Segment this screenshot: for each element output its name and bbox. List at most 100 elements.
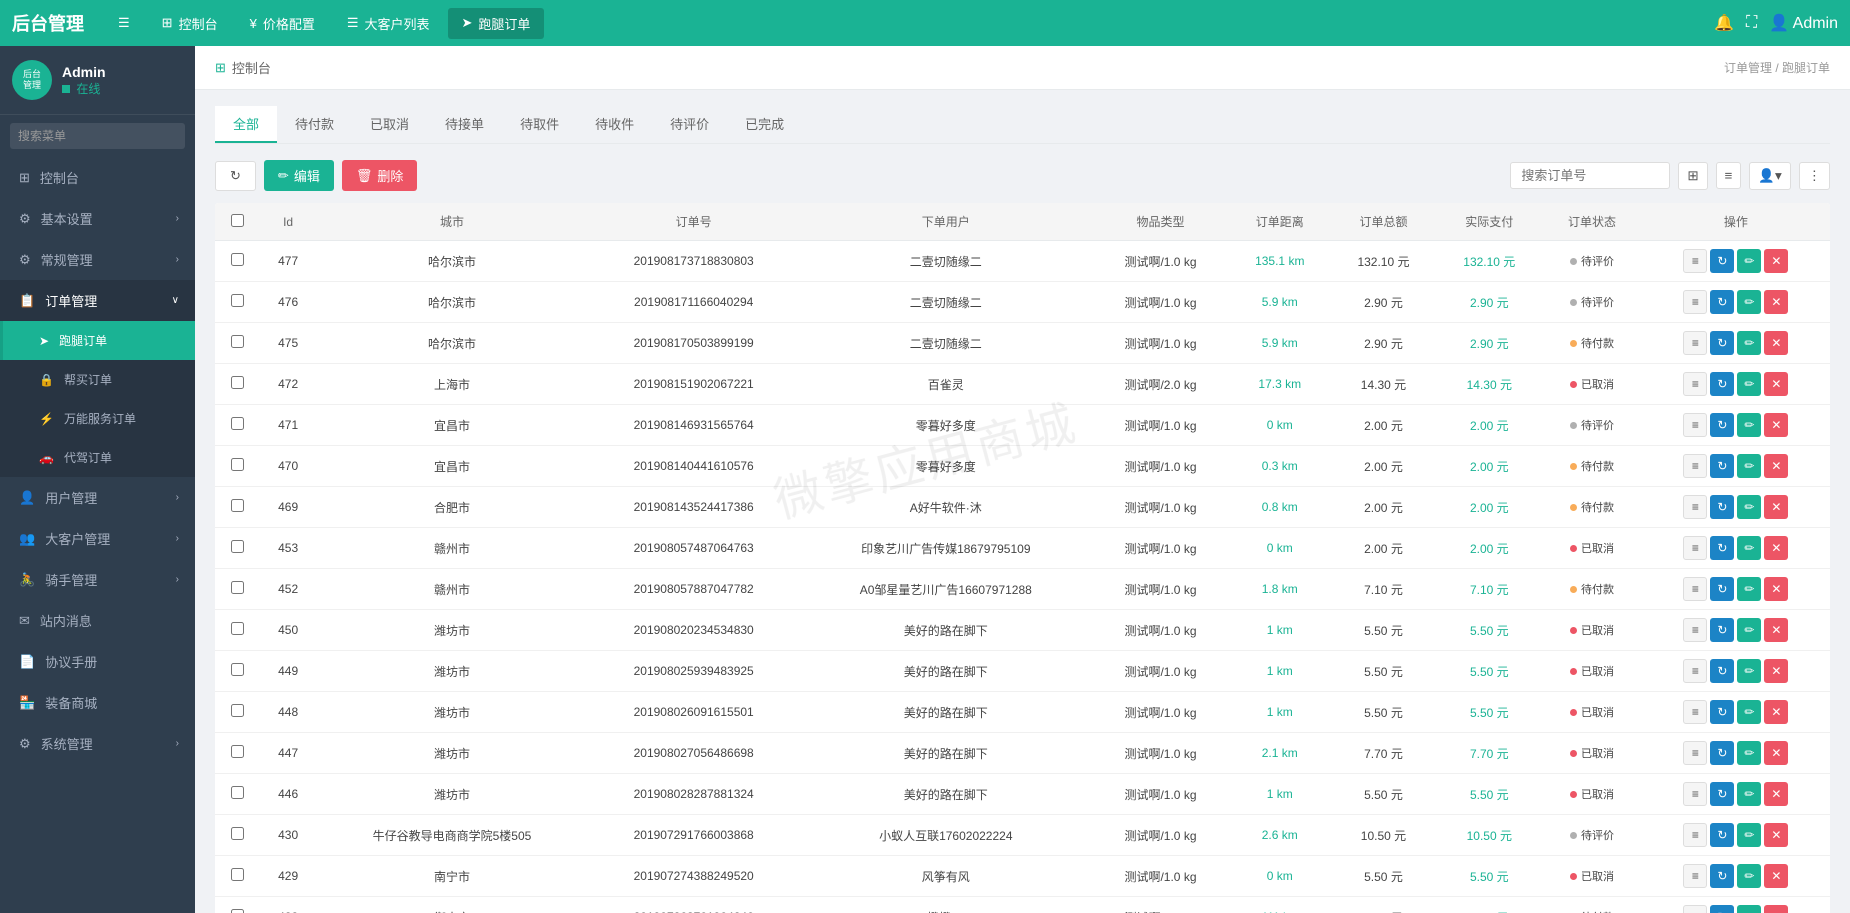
refresh-status-btn[interactable]: ↻ [1710,372,1734,396]
edit-row-btn[interactable]: ✏ [1737,823,1761,847]
delete-button[interactable]: 🗑 删除 [342,160,418,191]
row-checkbox[interactable] [231,499,244,512]
more-options-btn[interactable]: ⋮ [1799,162,1830,190]
tab-all[interactable]: 全部 [215,106,277,143]
row-checkbox[interactable] [231,458,244,471]
view-detail-btn[interactable]: ≡ [1683,741,1707,765]
view-detail-btn[interactable]: ≡ [1683,290,1707,314]
sidebar-item-basic[interactable]: ⚙ 基本设置 › [0,198,195,239]
tab-cancelled[interactable]: 已取消 [352,106,427,143]
list-view-btn[interactable]: ≡ [1716,162,1742,189]
edit-row-btn[interactable]: ✏ [1737,372,1761,396]
view-detail-btn[interactable]: ≡ [1683,577,1707,601]
edit-row-btn[interactable]: ✏ [1737,618,1761,642]
row-checkbox[interactable] [231,253,244,266]
nav-menu-btn[interactable]: ☰ [104,9,144,37]
tab-pending-pay[interactable]: 待付款 [277,106,352,143]
refresh-status-btn[interactable]: ↻ [1710,454,1734,478]
tab-pending-review[interactable]: 待评价 [652,106,727,143]
refresh-status-btn[interactable]: ↻ [1710,782,1734,806]
refresh-status-btn[interactable]: ↻ [1710,249,1734,273]
edit-row-btn[interactable]: ✏ [1737,741,1761,765]
view-detail-btn[interactable]: ≡ [1683,249,1707,273]
row-checkbox[interactable] [231,745,244,758]
delete-row-btn[interactable]: ✕ [1764,413,1788,437]
sidebar-item-user[interactable]: 👤 用户管理 › [0,477,195,518]
refresh-status-btn[interactable]: ↻ [1710,495,1734,519]
sidebar-item-common[interactable]: ⚙ 常规管理 › [0,239,195,280]
row-checkbox[interactable] [231,827,244,840]
delete-row-btn[interactable]: ✕ [1764,577,1788,601]
table-view-btn[interactable]: ⊞ [1678,162,1707,190]
refresh-status-btn[interactable]: ↻ [1710,864,1734,888]
delete-row-btn[interactable]: ✕ [1764,536,1788,560]
delete-row-btn[interactable]: ✕ [1764,454,1788,478]
sidebar-item-service-order[interactable]: ⚡ 万能服务订单 [0,399,195,438]
sidebar-item-dashboard[interactable]: ⊞ 控制台 [0,157,195,198]
nav-running-btn[interactable]: ➤ 跑腿订单 [448,8,545,39]
refresh-status-btn[interactable]: ↻ [1710,741,1734,765]
view-detail-btn[interactable]: ≡ [1683,536,1707,560]
view-detail-btn[interactable]: ≡ [1683,413,1707,437]
nav-bigcustomer-btn[interactable]: ☰ 大客户列表 [333,8,444,39]
refresh-status-btn[interactable]: ↻ [1710,331,1734,355]
delete-row-btn[interactable]: ✕ [1764,618,1788,642]
sidebar-search-input[interactable] [10,123,185,149]
row-checkbox[interactable] [231,376,244,389]
tab-completed[interactable]: 已完成 [727,106,802,143]
view-detail-btn[interactable]: ≡ [1683,618,1707,642]
refresh-status-btn[interactable]: ↻ [1710,577,1734,601]
refresh-status-btn[interactable]: ↻ [1710,413,1734,437]
refresh-status-btn[interactable]: ↻ [1710,823,1734,847]
view-detail-btn[interactable]: ≡ [1683,864,1707,888]
row-checkbox[interactable] [231,909,244,913]
view-detail-btn[interactable]: ≡ [1683,454,1707,478]
sidebar-item-buy-order[interactable]: 🔒 帮买订单 [0,360,195,399]
row-checkbox[interactable] [231,704,244,717]
view-detail-btn[interactable]: ≡ [1683,331,1707,355]
nav-dashboard-btn[interactable]: ⊞ 控制台 [148,8,232,39]
delete-row-btn[interactable]: ✕ [1764,372,1788,396]
refresh-button[interactable]: ↻ [215,161,256,191]
delete-row-btn[interactable]: ✕ [1764,495,1788,519]
edit-row-btn[interactable]: ✏ [1737,700,1761,724]
row-checkbox[interactable] [231,868,244,881]
row-checkbox[interactable] [231,786,244,799]
delete-row-btn[interactable]: ✕ [1764,782,1788,806]
sidebar-item-bigcust[interactable]: 👥 大客户管理 › [0,518,195,559]
view-detail-btn[interactable]: ≡ [1683,823,1707,847]
view-detail-btn[interactable]: ≡ [1683,782,1707,806]
delete-row-btn[interactable]: ✕ [1764,864,1788,888]
sidebar-item-proxy-order[interactable]: 🚗 代驾订单 [0,438,195,477]
tab-pending-accept[interactable]: 待接单 [427,106,502,143]
edit-button[interactable]: ✏ 编辑 [264,160,334,191]
row-checkbox[interactable] [231,294,244,307]
refresh-status-btn[interactable]: ↻ [1710,290,1734,314]
delete-row-btn[interactable]: ✕ [1764,741,1788,765]
sidebar-item-system[interactable]: ⚙ 系统管理 › [0,723,195,764]
edit-row-btn[interactable]: ✏ [1737,905,1761,913]
sidebar-item-order[interactable]: 📋 订单管理 ∨ [0,280,195,321]
sidebar-item-rider[interactable]: 🚴 骑手管理 › [0,559,195,600]
tab-pending-receive[interactable]: 待收件 [577,106,652,143]
row-checkbox[interactable] [231,622,244,635]
edit-row-btn[interactable]: ✏ [1737,864,1761,888]
delete-row-btn[interactable]: ✕ [1764,700,1788,724]
edit-row-btn[interactable]: ✏ [1737,249,1761,273]
refresh-status-btn[interactable]: ↻ [1710,618,1734,642]
delete-row-btn[interactable]: ✕ [1764,331,1788,355]
tab-pending-pickup[interactable]: 待取件 [502,106,577,143]
export-btn[interactable]: 👤▾ [1749,162,1790,190]
refresh-status-btn[interactable]: ↻ [1710,700,1734,724]
select-all-checkbox[interactable] [231,214,244,227]
fullscreen-icon[interactable]: ⛶ [1746,14,1757,32]
row-checkbox[interactable] [231,540,244,553]
user-avatar-nav[interactable]: 👤 Admin [1769,13,1838,33]
view-detail-btn[interactable]: ≡ [1683,700,1707,724]
sidebar-item-shop[interactable]: 🏪 装备商城 [0,682,195,723]
edit-row-btn[interactable]: ✏ [1737,782,1761,806]
row-checkbox[interactable] [231,417,244,430]
edit-row-btn[interactable]: ✏ [1737,659,1761,683]
notification-bell-icon[interactable]: 🔔 [1714,13,1734,33]
delete-row-btn[interactable]: ✕ [1764,249,1788,273]
